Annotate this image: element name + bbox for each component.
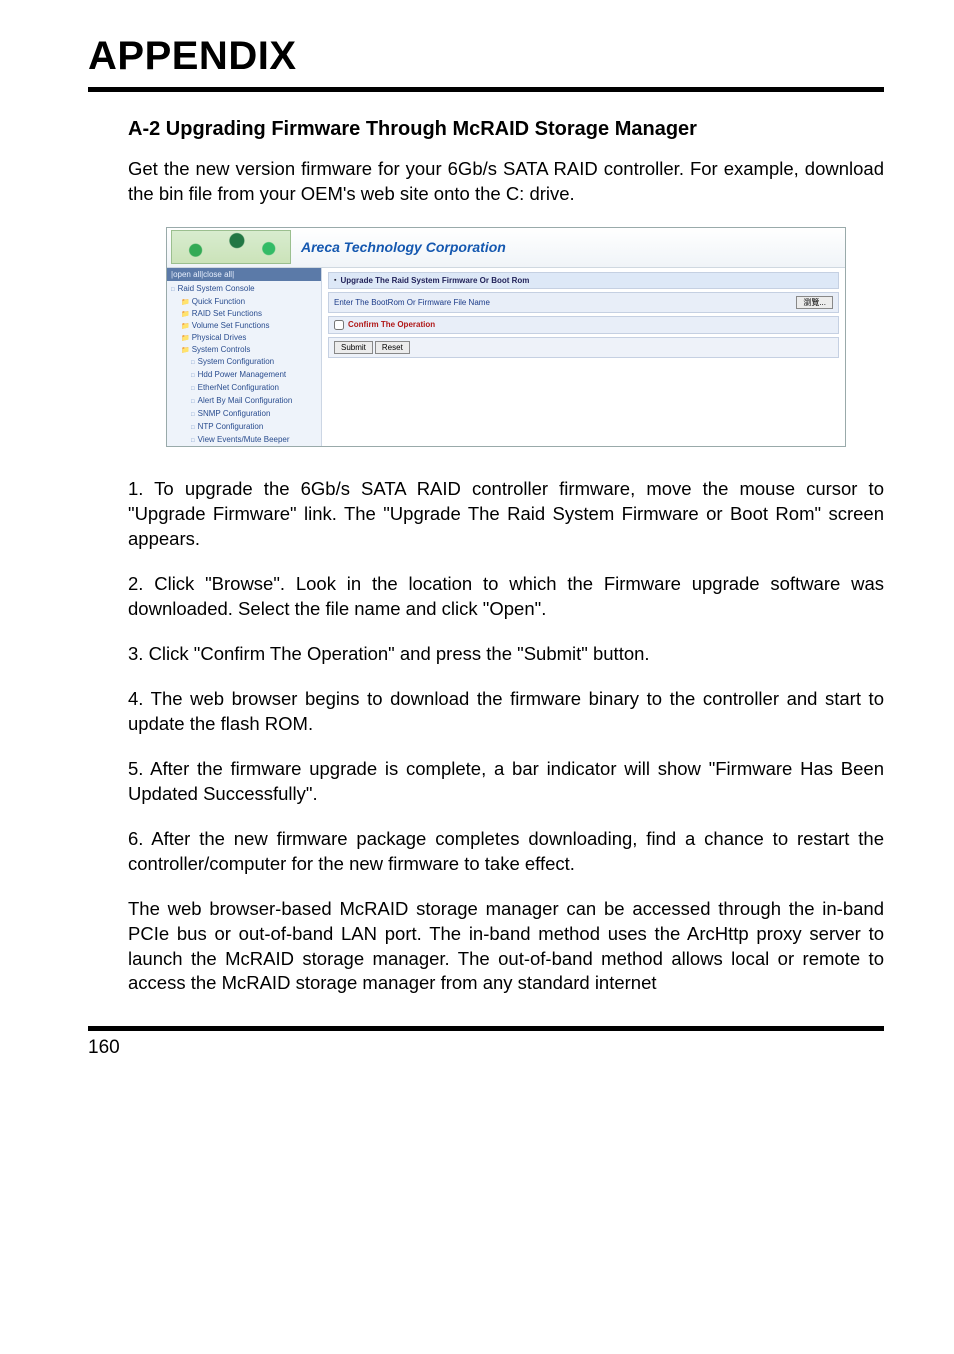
reset-button[interactable]: Reset — [375, 341, 410, 354]
tree-view-events[interactable]: View Events/Mute Beeper — [171, 434, 317, 446]
step-5: 5. After the firmware upgrade is complet… — [128, 757, 884, 807]
tree-ntp-config[interactable]: NTP Configuration — [171, 421, 317, 434]
sidebar: |open all|close all| Raid System Console… — [167, 268, 322, 446]
file-row: Enter The BootRom Or Firmware File Name … — [328, 292, 839, 313]
confirm-row: Confirm The Operation — [328, 316, 839, 334]
submit-button[interactable]: Submit — [334, 341, 373, 354]
content-area: A-2 Upgrading Firmware Through McRAID St… — [88, 118, 884, 996]
tree-physical-drives[interactable]: Physical Drives — [171, 332, 317, 344]
mcraid-screenshot: Areca Technology Corporation |open all|c… — [166, 227, 846, 447]
file-label: Enter The BootRom Or Firmware File Name — [334, 298, 490, 307]
footer-rule — [88, 1026, 884, 1031]
tree-ethernet-config[interactable]: EtherNet Configuration — [171, 382, 317, 395]
tree-snmp-config[interactable]: SNMP Configuration — [171, 408, 317, 421]
form-title: Upgrade The Raid System Firmware Or Boot… — [328, 272, 839, 289]
tree-volume-set-functions[interactable]: Volume Set Functions — [171, 320, 317, 332]
brand-text: Areca Technology Corporation — [301, 239, 506, 255]
appendix-title: APPENDIX — [88, 34, 884, 79]
intro-paragraph: Get the new version firmware for your 6G… — [128, 157, 884, 207]
shot-header: Areca Technology Corporation — [167, 228, 845, 268]
step-3: 3. Click "Confirm The Operation" and pre… — [128, 642, 884, 667]
confirm-label: Confirm The Operation — [348, 320, 435, 329]
open-close-all[interactable]: |open all|close all| — [167, 268, 321, 281]
step-6: 6. After the new firmware package comple… — [128, 827, 884, 877]
button-row: Submit Reset — [328, 337, 839, 358]
tree-hdd-power[interactable]: Hdd Power Management — [171, 369, 317, 382]
tree-alert-mail[interactable]: Alert By Mail Configuration — [171, 395, 317, 408]
nav-tree: Raid System Console Quick Function RAID … — [167, 281, 321, 446]
tree-root[interactable]: Raid System Console — [171, 283, 317, 296]
tree-system-configuration[interactable]: System Configuration — [171, 356, 317, 369]
areca-logo — [171, 230, 291, 264]
title-rule — [88, 87, 884, 92]
tree-raid-set-functions[interactable]: RAID Set Functions — [171, 308, 317, 320]
confirm-checkbox[interactable] — [334, 320, 344, 330]
browse-button[interactable]: 瀏覽... — [796, 296, 833, 309]
tree-system-controls[interactable]: System Controls — [171, 344, 317, 356]
section-heading: A-2 Upgrading Firmware Through McRAID St… — [128, 118, 884, 141]
step-2: 2. Click "Browse". Look in the location … — [128, 572, 884, 622]
page-number: 160 — [88, 1037, 884, 1059]
final-paragraph: The web browser-based McRAID storage man… — [128, 897, 884, 997]
step-1: 1. To upgrade the 6Gb/s SATA RAID contro… — [128, 477, 884, 552]
step-4: 4. The web browser begins to download th… — [128, 687, 884, 737]
tree-quick-function[interactable]: Quick Function — [171, 296, 317, 308]
main-panel: Upgrade The Raid System Firmware Or Boot… — [322, 268, 845, 446]
